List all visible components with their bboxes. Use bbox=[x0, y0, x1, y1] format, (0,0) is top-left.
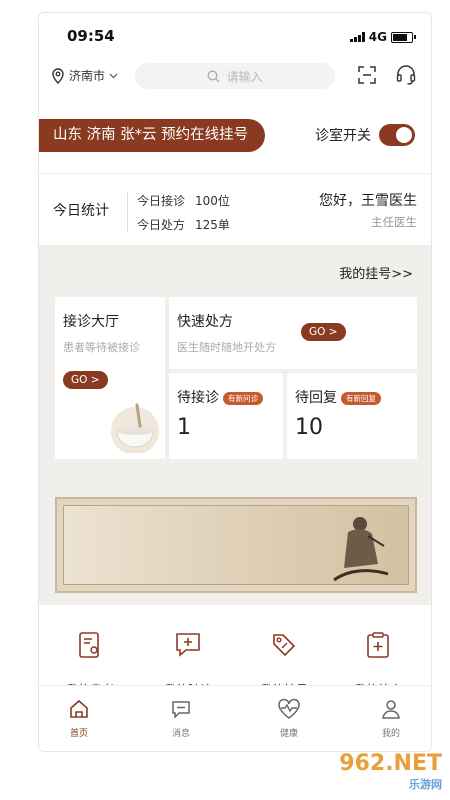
user-icon bbox=[382, 700, 400, 719]
doctor-role: 主任医生 bbox=[371, 215, 417, 229]
rx-row: 今日处方 125单 bbox=[137, 216, 230, 233]
reply-count: 10 bbox=[295, 415, 323, 440]
new-consult-badge: 有新问诊 bbox=[223, 391, 263, 405]
follow-up-icon bbox=[176, 633, 200, 657]
stats-title: 今日统计 bbox=[53, 203, 109, 219]
battery-icon bbox=[391, 31, 416, 43]
new-reply-badge: 有新回复 bbox=[341, 391, 381, 405]
tab-messages[interactable]: 消息 bbox=[151, 698, 211, 739]
visits-row: 今日接诊 100位 bbox=[137, 192, 230, 209]
city-label: 济南市 bbox=[69, 69, 106, 83]
stats-divider bbox=[127, 192, 128, 232]
top-search-row: 济南市 请输入 bbox=[39, 61, 431, 101]
doctor-greeting: 您好，王雪医生 bbox=[319, 193, 417, 209]
rx-value: 125单 bbox=[195, 218, 230, 232]
scroll-painting bbox=[63, 505, 409, 585]
toggle-knob bbox=[396, 127, 412, 143]
headset-icon[interactable] bbox=[395, 64, 417, 86]
signal-icon bbox=[349, 32, 365, 42]
card-title: 接诊大厅 bbox=[63, 314, 119, 330]
daily-stats: 今日统计 今日接诊 100位 今日处方 125单 您好，王雪医生 主任医生 bbox=[39, 173, 431, 245]
tab-health[interactable]: 健康 bbox=[259, 698, 319, 739]
promo-scroll-banner[interactable] bbox=[55, 497, 417, 593]
mortar-pestle-icon bbox=[111, 403, 159, 453]
booking-banner[interactable]: 山东 济南 张*云 预约在线挂号 bbox=[39, 119, 265, 152]
reception-hall-card[interactable]: 接诊大厅 患者等待被接诊 GO > bbox=[55, 297, 165, 459]
pending-count: 1 bbox=[177, 415, 191, 440]
status-indicators: 4G bbox=[349, 30, 416, 44]
visits-label: 今日接诊 bbox=[137, 194, 186, 208]
tab-label: 健康 bbox=[279, 729, 298, 739]
city-selector[interactable]: 济南市 bbox=[51, 67, 118, 84]
app-screen: 09:54 4G 济南市 请输入 山东 济南 张*云 预约在线挂号 诊室开关 今… bbox=[38, 12, 432, 752]
chevron-down-icon bbox=[109, 73, 118, 78]
pending-consult-card[interactable]: 待接诊 有新问诊 1 bbox=[169, 373, 283, 459]
network-label: 4G bbox=[368, 30, 387, 44]
tag-icon bbox=[273, 634, 296, 657]
hall-go-button[interactable]: GO > bbox=[63, 371, 108, 389]
status-time: 09:54 bbox=[67, 27, 115, 45]
site-watermark: 962.NET 乐游网 bbox=[339, 751, 442, 792]
quick-prescription-card[interactable]: 快速处方 医生随时随地开处方 GO > bbox=[169, 297, 417, 369]
tab-profile[interactable]: 我的 bbox=[361, 698, 421, 739]
card-subtitle: 医生随时随地开处方 bbox=[177, 341, 276, 354]
reply-title: 待回复 bbox=[295, 390, 337, 406]
watermark-main: 962.NET bbox=[339, 751, 442, 776]
workbench-panel: 我的挂号>> 接诊大厅 患者等待被接诊 GO > 快速处方 医生随时随地开处方 … bbox=[39, 245, 431, 605]
patient-record-icon bbox=[79, 632, 99, 658]
scan-icon[interactable] bbox=[357, 65, 377, 85]
bottom-tab-bar: 首页 消息 健康 我的 bbox=[39, 685, 431, 751]
search-placeholder: 请输入 bbox=[226, 69, 263, 84]
clinic-toggle[interactable] bbox=[379, 124, 415, 146]
pending-title: 待接诊 bbox=[177, 390, 219, 406]
tab-label: 消息 bbox=[171, 729, 190, 739]
card-title: 待回复 有新回复 bbox=[295, 387, 381, 407]
quick-rx-go-button[interactable]: GO > bbox=[301, 323, 346, 341]
clinic-switch: 诊室开关 bbox=[315, 124, 415, 146]
home-icon bbox=[70, 699, 88, 718]
message-icon bbox=[172, 701, 190, 719]
tab-home[interactable]: 首页 bbox=[49, 698, 109, 739]
scholar-figure-icon bbox=[333, 517, 389, 582]
rx-label: 今日处方 bbox=[137, 218, 186, 232]
card-title: 快速处方 bbox=[177, 314, 233, 330]
prescription-icon bbox=[367, 632, 389, 658]
location-pin-icon bbox=[52, 67, 64, 84]
my-registration-link[interactable]: 我的挂号>> bbox=[339, 263, 413, 282]
tab-label: 首页 bbox=[69, 729, 88, 739]
search-input[interactable]: 请输入 bbox=[135, 63, 335, 89]
pending-reply-card[interactable]: 待回复 有新回复 10 bbox=[287, 373, 417, 459]
status-bar: 09:54 4G bbox=[39, 13, 431, 59]
card-subtitle: 患者等待被接诊 bbox=[63, 341, 140, 354]
card-title: 待接诊 有新问诊 bbox=[177, 387, 263, 407]
search-icon bbox=[208, 70, 220, 82]
tab-label: 我的 bbox=[381, 729, 400, 739]
watermark-sub: 乐游网 bbox=[409, 778, 442, 791]
heart-pulse-icon bbox=[278, 698, 300, 719]
visits-value: 100位 bbox=[195, 194, 230, 208]
clinic-switch-label: 诊室开关 bbox=[315, 128, 371, 144]
